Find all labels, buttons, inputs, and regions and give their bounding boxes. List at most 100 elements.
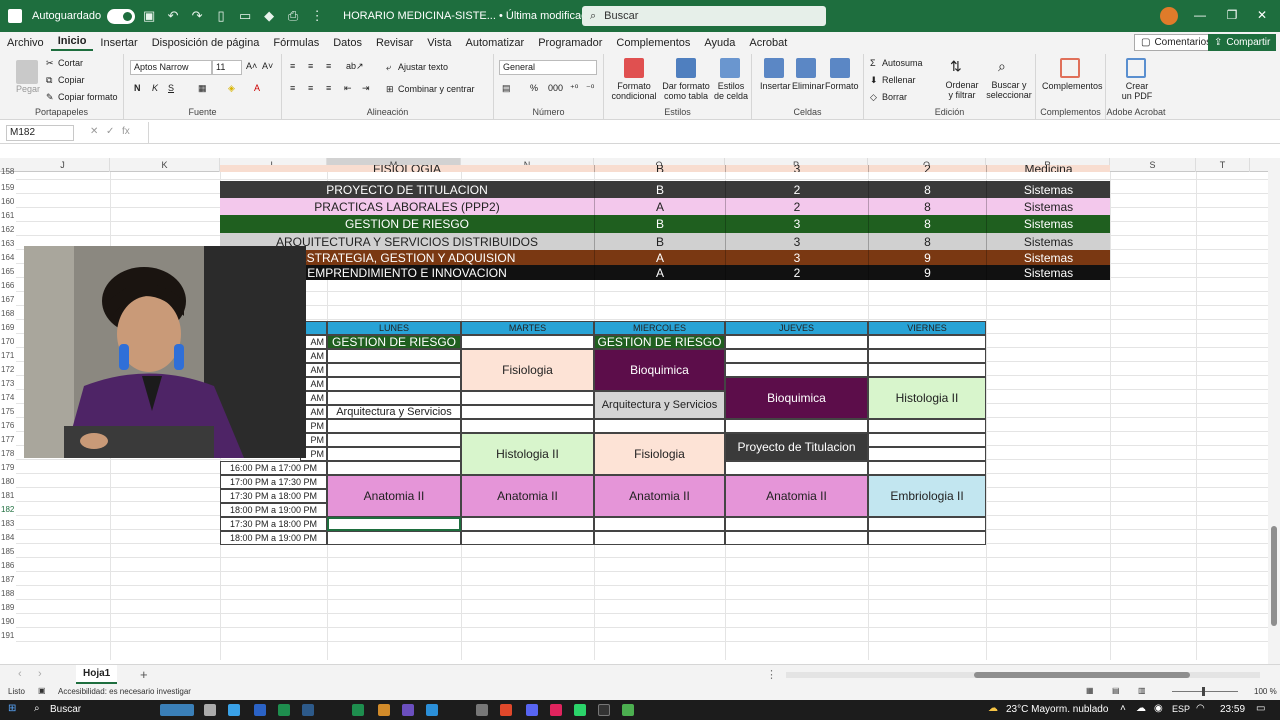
wifi-icon[interactable]: ◠	[1196, 703, 1205, 714]
minimize-button[interactable]: —	[1190, 8, 1210, 22]
schedule-cell[interactable]	[725, 349, 868, 363]
tray-cloud-icon[interactable]: ☁	[1136, 703, 1146, 714]
schedule-cell[interactable]	[327, 461, 461, 475]
row-header-189[interactable]: 189	[0, 601, 16, 615]
row-header-160[interactable]: 160	[0, 195, 16, 209]
schedule-cell[interactable]	[327, 531, 461, 545]
schedule-cell[interactable]	[327, 391, 461, 405]
row-header-169[interactable]: 169	[0, 321, 16, 335]
tray-chevron-icon[interactable]: ˄	[1120, 703, 1126, 714]
schedule-cell[interactable]	[461, 531, 594, 545]
schedule-cell[interactable]	[327, 447, 461, 461]
row-header-181[interactable]: 181	[0, 489, 16, 503]
find-select-button[interactable]: Buscar y seleccionar	[984, 80, 1034, 100]
row-header-186[interactable]: 186	[0, 559, 16, 573]
block-martes-anatomia[interactable]: Anatomia II	[461, 475, 594, 517]
steam-icon[interactable]	[302, 704, 314, 716]
subject-grp-cell[interactable]: A	[594, 265, 725, 280]
fill-color-icon[interactable]: ◆	[259, 8, 279, 24]
word-icon[interactable]	[254, 704, 266, 716]
addins-button[interactable]: Complementos	[1042, 81, 1103, 91]
format-cells-icon[interactable]	[830, 58, 850, 78]
subject-credits-cell[interactable]: 3	[725, 215, 868, 233]
subject-level-cell[interactable]: 9	[868, 265, 986, 280]
prev-sheet-icon[interactable]: ‹	[18, 668, 22, 680]
add-sheet-button[interactable]: +	[140, 667, 148, 682]
schedule-cell[interactable]	[868, 335, 986, 349]
block-martes-histologia[interactable]: Histologia II	[461, 433, 594, 475]
insert-cells-icon[interactable]	[764, 58, 784, 78]
macro-icon[interactable]: ▣	[38, 686, 46, 695]
comments-button[interactable]: ▢ Comentarios	[1134, 34, 1219, 51]
schedule-cell[interactable]	[868, 349, 986, 363]
language-indicator[interactable]: ESP	[1172, 704, 1190, 714]
zoom-slider-thumb[interactable]	[1202, 687, 1205, 696]
create-pdf-button[interactable]: Crear un PDF	[1120, 81, 1154, 101]
menu-automatizar[interactable]: Automatizar	[459, 37, 532, 49]
row-header-158[interactable]: 158	[0, 165, 16, 179]
subject-credits-cell[interactable]: 3	[725, 233, 868, 250]
subject-career-cell[interactable]: Sistemas	[986, 233, 1110, 250]
comma-icon[interactable]: 000	[548, 83, 563, 93]
subject-name-cell[interactable]: PROYECTO DE TITULACION	[220, 181, 594, 198]
schedule-cell[interactable]	[461, 419, 594, 433]
subject-credits-cell[interactable]: 3	[725, 250, 868, 265]
block-jueves-anatomia[interactable]: Anatomia II	[725, 475, 868, 517]
sort-filter-button[interactable]: Ordenar y filtrar	[942, 80, 982, 100]
row-header-188[interactable]: 188	[0, 587, 16, 601]
row-header-170[interactable]: 170	[0, 335, 16, 349]
weather-text[interactable]: 23°C Mayorm. nublado	[1006, 704, 1108, 715]
row-header-173[interactable]: 173	[0, 377, 16, 391]
menu-ayuda[interactable]: Ayuda	[697, 37, 742, 49]
block-viernes-embriologia[interactable]: Embriologia II	[868, 475, 986, 517]
row-header-165[interactable]: 165	[0, 265, 16, 279]
schedule-cell[interactable]	[461, 335, 594, 349]
time-slot-cell[interactable]: 17:30 PM a 18:00 PM	[220, 517, 327, 531]
widget-icon[interactable]	[160, 704, 194, 716]
row-header-172[interactable]: 172	[0, 363, 16, 377]
menu-acrobat[interactable]: Acrobat	[742, 37, 794, 49]
align-right-icon[interactable]: ≡	[326, 83, 331, 93]
time-slot-cell[interactable]: 18:00 PM a 19:00 PM	[220, 503, 327, 517]
menu-vista[interactable]: Vista	[420, 37, 458, 49]
align-bottom-icon[interactable]: ≡	[326, 61, 331, 71]
folder-icon[interactable]	[378, 704, 390, 716]
block-martes-fisiologia[interactable]: Fisiologia	[461, 349, 594, 391]
borders-icon[interactable]: ▦	[198, 83, 207, 94]
schedule-cell[interactable]	[868, 363, 986, 377]
menu-formulas[interactable]: Fórmulas	[266, 37, 326, 49]
search-box[interactable]: ⌕ Buscar	[582, 6, 826, 26]
day-header-martes[interactable]: MARTES	[461, 321, 594, 335]
subject-credits-cell[interactable]: 2	[725, 198, 868, 215]
zoom-slider[interactable]	[1172, 691, 1238, 692]
create-pdf-icon[interactable]	[1126, 58, 1146, 78]
subject-level-cell[interactable]: 8	[868, 233, 986, 250]
row-header-167[interactable]: 167	[0, 293, 16, 307]
schedule-cell[interactable]	[725, 419, 868, 433]
block-viernes-histologia[interactable]: Histologia II	[868, 377, 986, 419]
wrap-text-button[interactable]: Ajustar texto	[398, 62, 448, 72]
schedule-cell[interactable]	[327, 419, 461, 433]
align-top-icon[interactable]: ≡	[290, 61, 295, 71]
decrease-indent-icon[interactable]: ⇤	[344, 83, 352, 94]
font-color-icon[interactable]: A	[254, 83, 260, 93]
schedule-cell[interactable]	[868, 461, 986, 475]
font-size-select[interactable]: 11	[212, 60, 242, 75]
schedule-cell[interactable]	[868, 433, 986, 447]
subject-name-cell[interactable]: FISIOLOGIA	[220, 165, 594, 172]
schedule-cell[interactable]	[327, 363, 461, 377]
row-header-180[interactable]: 180	[0, 475, 16, 489]
undo-icon[interactable]: ↶	[163, 8, 183, 24]
row-header-179[interactable]: 179	[0, 461, 16, 475]
block-jueves-bioquimica[interactable]: Bioquimica	[725, 377, 868, 419]
block-miercoles-arquitectura[interactable]: Arquitectura y Servicios	[594, 391, 725, 419]
row-header-184[interactable]: 184	[0, 531, 16, 545]
grow-font-icon[interactable]: A˄	[246, 61, 257, 71]
row-header-159[interactable]: 159	[0, 181, 16, 195]
schedule-cell[interactable]	[594, 531, 725, 545]
accounting-icon[interactable]: ▤	[502, 83, 511, 94]
find-icon[interactable]: ⌕	[998, 58, 1006, 75]
subject-career-cell[interactable]: Sistemas	[986, 215, 1110, 233]
next-sheet-icon[interactable]: ›	[38, 668, 42, 680]
subject-career-cell[interactable]: Sistemas	[986, 265, 1110, 280]
